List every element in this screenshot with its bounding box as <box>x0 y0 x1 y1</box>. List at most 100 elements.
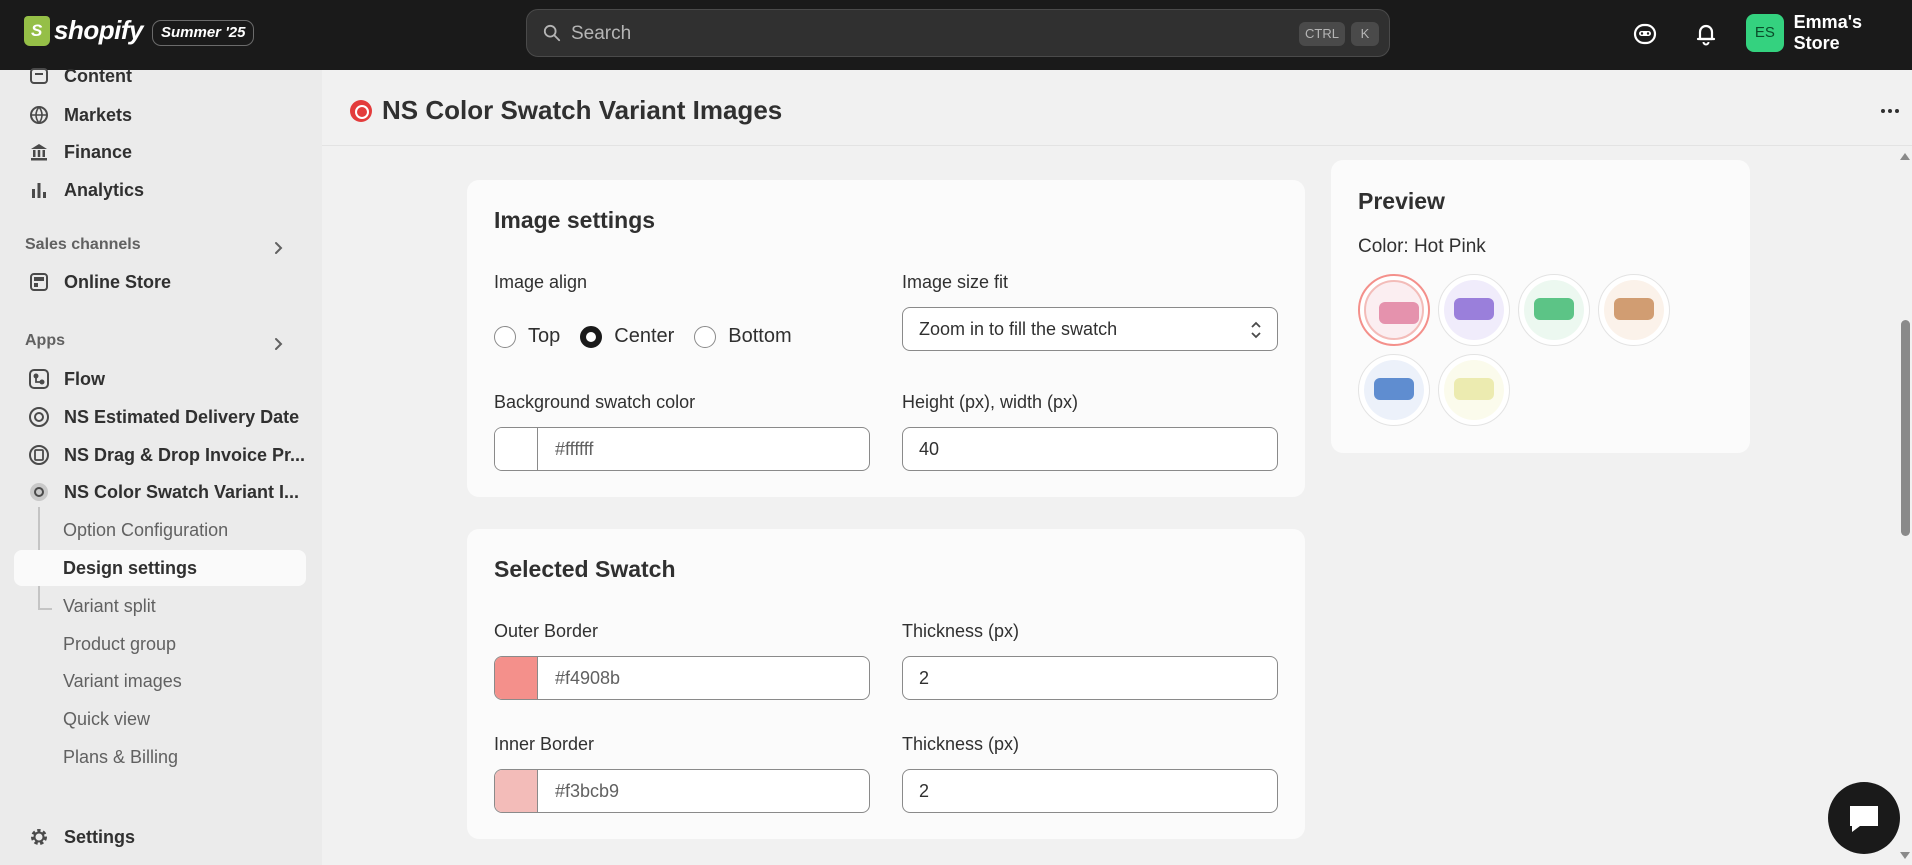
sidebar-subitem-quick-view[interactable]: Quick view <box>14 701 306 737</box>
swatch-green[interactable] <box>1518 274 1590 346</box>
height-width-label: Height (px), width (px) <box>902 392 1079 412</box>
color-value: #ffffff <box>555 439 594 459</box>
scrollbar[interactable] <box>1898 146 1912 865</box>
radio-top[interactable]: Top <box>494 325 560 348</box>
inner-border-label: Inner Border <box>494 734 595 754</box>
sidebar-item-label: Flow <box>64 368 105 389</box>
sidebar-item-label: Analytics <box>64 179 145 200</box>
sidebar-item-finance[interactable]: Finance <box>14 134 306 170</box>
sidebar-item-markets[interactable]: Markets <box>14 97 306 133</box>
sidebar-subitem-option-configuration[interactable]: Option Configuration <box>14 512 306 548</box>
color-swatch[interactable] <box>495 657 538 699</box>
sidebar-subitem-variant-images[interactable]: Variant images <box>14 663 306 699</box>
sidebar-subitem-label: Design settings <box>63 557 198 578</box>
bell-icon[interactable] <box>1692 20 1720 48</box>
sidebar-item-label: Content <box>64 65 132 86</box>
image-size-fit-select[interactable]: Zoom in to fill the swatch <box>902 307 1278 351</box>
outer-border-input[interactable]: #f4908b <box>494 656 870 700</box>
chat-button[interactable] <box>1828 782 1900 854</box>
inner-border-input[interactable]: #f3bcb9 <box>494 769 870 813</box>
sidebar-item-label: Finance <box>64 141 133 162</box>
search-placeholder: Search <box>571 23 632 44</box>
content-icon <box>28 65 50 87</box>
app-icon <box>28 444 50 466</box>
shortcut-k-key: K <box>1351 22 1379 46</box>
radio-circle-checked[interactable] <box>580 325 603 348</box>
image-align-label: Image align <box>494 272 588 292</box>
app-icon <box>28 406 50 428</box>
image-align-radio-group: Top Center Bottom <box>494 325 812 348</box>
store-menu[interactable]: ES Emma's Store <box>1746 12 1912 53</box>
sidebar: Content Markets Finance Analytics Sales … <box>0 66 322 865</box>
image-size-fit-label: Image size fit <box>902 272 1009 292</box>
scroll-thumb[interactable] <box>1901 320 1910 536</box>
sidebar-subitem-design-settings[interactable]: Design settings <box>14 550 306 586</box>
chevron-right-icon[interactable] <box>270 336 286 352</box>
swatch-blue[interactable] <box>1358 354 1430 426</box>
sidebar-item-flow[interactable]: Flow <box>14 361 306 397</box>
input-value: 2 <box>919 781 930 801</box>
sidebar-item-ns-delivery[interactable]: NS Estimated Delivery Date <box>14 399 306 435</box>
radio-bottom[interactable]: Bottom <box>694 325 792 348</box>
swatch-cream[interactable] <box>1438 354 1510 426</box>
sidebar-subitem-variant-split[interactable]: Variant split <box>14 588 306 624</box>
chevron-right-icon[interactable] <box>270 240 286 256</box>
radio-center[interactable]: Center <box>580 325 674 348</box>
globe-icon <box>28 104 50 126</box>
edition-badge[interactable]: Summer '25 <box>152 20 255 46</box>
preview-color-label: Color: Hot Pink <box>1358 236 1486 257</box>
sidebar-item-analytics[interactable]: Analytics <box>14 172 306 208</box>
swatch-inner <box>1364 360 1424 420</box>
search-bar[interactable]: Search CTRL K <box>526 9 1390 57</box>
swatch-hot-pink[interactable] <box>1358 274 1430 346</box>
search-icon <box>543 24 561 42</box>
gear-icon <box>28 826 50 848</box>
bg-color-input[interactable]: #ffffff <box>494 427 870 471</box>
inner-thickness-input[interactable]: 2 <box>902 769 1278 813</box>
select-value: Zoom in to fill the swatch <box>919 319 1118 339</box>
sidebar-subitem-label: Variant images <box>63 670 182 691</box>
scroll-down-icon[interactable] <box>1900 852 1910 860</box>
radio-label: Top <box>528 325 561 347</box>
pillow-image <box>1534 298 1574 320</box>
sidebar-item-settings[interactable]: Settings <box>14 819 306 855</box>
sidebar-subitem-label: Option Configuration <box>63 519 229 540</box>
color-swatch[interactable] <box>495 428 538 470</box>
sidebar-item-ns-invoice[interactable]: NS Drag & Drop Invoice Pr... <box>14 437 306 473</box>
sidebar-subitem-product-group[interactable]: Product group <box>14 626 306 662</box>
pillow-image <box>1379 302 1419 324</box>
sidebar-item-label: NS Color Swatch Variant I... <box>64 481 300 502</box>
outer-thickness-input[interactable]: 2 <box>902 656 1278 700</box>
swatch-inner <box>1364 280 1424 340</box>
height-width-input[interactable]: 40 <box>902 427 1278 471</box>
sidebar-item-label: Online Store <box>64 271 172 292</box>
sidebar-item-label: Markets <box>64 104 133 125</box>
page-title: NS Color Swatch Variant Images <box>382 95 783 125</box>
color-swatch[interactable] <box>495 770 538 812</box>
color-value: #f3bcb9 <box>555 781 620 801</box>
pillow-image <box>1454 378 1494 400</box>
select-arrows-icon <box>1251 321 1261 339</box>
sidebar-subitem-label: Variant split <box>63 595 156 616</box>
sidebar-subitem-label: Product group <box>63 633 177 654</box>
swatch-tan[interactable] <box>1598 274 1670 346</box>
selected-swatch-title: Selected Swatch <box>494 556 676 582</box>
radio-circle[interactable] <box>494 325 516 348</box>
store-avatar: ES <box>1746 14 1784 52</box>
sidebar-subitem-plans-billing[interactable]: Plans & Billing <box>14 739 306 775</box>
scroll-up-icon[interactable] <box>1900 152 1910 160</box>
sidebar-item-online-store[interactable]: Online Store <box>14 264 306 300</box>
shopify-bag-icon <box>24 15 50 46</box>
shopify-logo[interactable]: shopify <box>24 15 143 46</box>
swatch-inner <box>1444 360 1504 420</box>
sidebar-item-ns-color-swatch[interactable]: NS Color Swatch Variant I... <box>14 474 306 510</box>
bank-icon <box>28 141 50 163</box>
app-logo-icon <box>350 100 372 122</box>
sidekick-icon[interactable] <box>1631 20 1659 48</box>
radio-circle[interactable] <box>694 325 717 348</box>
more-horizontal-icon[interactable] <box>1876 97 1904 125</box>
sidebar-item-content[interactable]: Content <box>14 58 306 94</box>
input-value: 40 <box>919 439 940 459</box>
shortcut-ctrl-key: CTRL <box>1299 22 1345 46</box>
swatch-purple[interactable] <box>1438 274 1510 346</box>
